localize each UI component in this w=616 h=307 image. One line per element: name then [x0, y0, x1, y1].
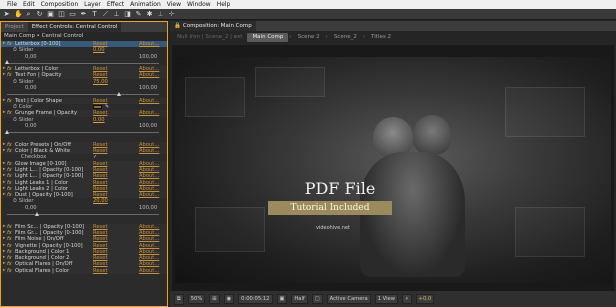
fast-preview-icon[interactable]: ⚡ — [402, 294, 412, 304]
snapshot-icon[interactable]: ◉ — [223, 294, 235, 304]
stopwatch-icon[interactable]: ⏱ — [13, 104, 17, 110]
title-text: PDF File — [304, 179, 376, 198]
roto-brush-icon[interactable]: ✎ — [135, 10, 142, 18]
tab-composition[interactable]: 🔒 Composition: Main Comp — [170, 21, 256, 31]
subtitle-text: Tutorial Included — [290, 203, 370, 213]
composition-panel-tabs: 🔒 Composition: Main Comp — [170, 21, 616, 31]
background-screen — [195, 207, 265, 252]
effect-list: ▸ fx Letterbox [0-100] Reset About... ⏱ Slide… — [1, 41, 167, 274]
composition-panel: 🔒 Composition: Main Comp Null Iron | Scen… — [170, 21, 616, 307]
menu-item-window[interactable]: Window — [184, 1, 214, 8]
comp-navigator: Null Iron | Scene_2 | ext Main Comp › Sc… — [170, 31, 616, 43]
comp-tab-titles-2[interactable]: Titles 2 — [366, 33, 396, 42]
view-layout-select[interactable]: 1 View — [374, 294, 398, 304]
slider-track[interactable] — [7, 62, 159, 64]
reset-link[interactable]: Reset — [93, 268, 139, 274]
property-label: Slider — [18, 47, 34, 54]
composition-viewer[interactable]: PDF File Tutorial Included videohive.net — [172, 45, 614, 291]
menu-item-view[interactable]: View — [164, 1, 184, 8]
pen-tool-icon[interactable]: ✒ — [80, 10, 87, 18]
tools-toolbar: ➤ ✋ ⌕ ↻ ▣ ◫ ▭ ✒ T ⟋ ⊥ ◨ ✎ ✱ ⟂ ✛ — [0, 9, 616, 20]
effect-controls-panel: Project Effect Controls: Central Control… — [0, 21, 168, 307]
snapping-icon[interactable]: ⟂ — [157, 10, 164, 18]
menu-item-layer[interactable]: Layer — [81, 1, 104, 8]
exposure-value[interactable]: +0,0 — [415, 294, 435, 304]
menu-bar: File Edit Composition Layer Effect Animation V… — [0, 0, 616, 9]
tab-project[interactable]: Project — [1, 22, 28, 32]
menu-item-effect[interactable]: Effect — [104, 1, 127, 8]
effect-row: ▸ fx Optical Flares | Color Reset About... — [1, 267, 167, 274]
breadcrumb: Main Comp • Central Control — [1, 32, 167, 41]
color-swatch[interactable] — [93, 104, 102, 110]
selection-tool-icon[interactable]: ➤ — [3, 10, 10, 18]
stopwatch-icon[interactable]: ⏱ — [13, 117, 17, 123]
menu-item-composition[interactable]: Composition — [38, 1, 81, 8]
watermark-text: videohive.net — [315, 225, 351, 231]
composition-tab-label: Composition: Main Comp — [182, 23, 252, 29]
property-label: Slider — [18, 116, 34, 123]
tab-effect-controls[interactable]: Effect Controls: Central Control — [27, 22, 122, 32]
eraser-tool-icon[interactable]: ◨ — [124, 10, 131, 18]
menu-item-animation[interactable]: Animation — [127, 1, 164, 8]
background-screen — [515, 207, 585, 257]
grid-icon[interactable]: ⊞ — [209, 294, 220, 304]
left-panel-tabs: Project Effect Controls: Central Control — [1, 22, 167, 32]
hand-tool-icon[interactable]: ✋ — [14, 10, 23, 18]
property-label: Slider — [18, 198, 34, 205]
slider-track[interactable] — [7, 214, 159, 216]
menu-item-edit[interactable]: Edit — [20, 1, 38, 8]
background-screen — [185, 77, 245, 117]
camera-tool-icon[interactable]: ▣ — [47, 10, 54, 18]
stopwatch-icon[interactable]: ⏱ — [13, 79, 17, 85]
slider-thumb[interactable] — [34, 211, 39, 216]
clone-stamp-icon[interactable]: ⊥ — [113, 10, 120, 18]
property-label: Color — [18, 103, 33, 110]
zoom-tool-icon[interactable]: ⌕ — [25, 10, 32, 18]
property-label: Slider — [18, 78, 34, 85]
rectangle-tool-icon[interactable]: ▭ — [69, 10, 76, 18]
menu-item-help[interactable]: Help — [214, 1, 234, 8]
resolution-select[interactable]: Half — [291, 294, 308, 304]
comp-tab-scene_2[interactable]: Scene_2 — [329, 33, 362, 42]
slider-thumb[interactable] — [4, 129, 9, 134]
axis-icon[interactable]: ✛ — [168, 10, 175, 18]
slider-track[interactable] — [7, 132, 159, 134]
slider-thumb[interactable] — [4, 60, 9, 65]
fx-icon[interactable]: fx — [7, 268, 15, 274]
type-tool-icon[interactable]: T — [91, 10, 98, 18]
about-link[interactable]: About... — [139, 268, 167, 274]
slider-track[interactable] — [7, 94, 159, 96]
stopwatch-icon[interactable]: ⏱ — [13, 198, 17, 204]
camera-select[interactable]: Active Camera — [326, 294, 371, 304]
zoom-select[interactable]: 50% — [187, 294, 206, 304]
comp-tab-scene-2[interactable]: Scene 2 — [293, 33, 325, 42]
timecode-field[interactable]: 0:00:05:12 — [238, 294, 273, 304]
menu-item-file[interactable]: File — [4, 1, 20, 8]
puppet-tool-icon[interactable]: ✱ — [146, 10, 153, 18]
lock-icon: 🔒 — [174, 23, 181, 29]
background-screen — [505, 87, 585, 137]
rotate-tool-icon[interactable]: ↻ — [36, 10, 43, 18]
effect-name: Optical Flares | Color — [15, 267, 70, 274]
region-icon[interactable]: ▢ — [311, 294, 323, 304]
stopwatch-icon[interactable]: ⏱ — [13, 47, 17, 53]
monk-head-left — [373, 117, 413, 157]
pan-behind-icon[interactable]: ◫ — [58, 10, 65, 18]
always-preview-icon[interactable]: ⧉ — [174, 293, 184, 305]
monk-head-right — [413, 115, 451, 155]
composition-frame[interactable]: PDF File Tutorial Included videohive.net — [175, 57, 611, 283]
viewer-footer: ⧉ 50% ⊞ ◉ 0:00:05:12 ▣ Half ▢ Active Cam… — [170, 291, 616, 307]
background-screen — [255, 67, 325, 97]
comp-flowchart-path: Null Iron | Scene_2 | ext — [177, 33, 243, 40]
camera-icon[interactable]: ▣ — [276, 294, 288, 304]
slider-thumb[interactable] — [117, 91, 121, 96]
comp-tab-main[interactable]: Main Comp — [247, 32, 289, 42]
brush-tool-icon[interactable]: ⟋ — [102, 10, 109, 18]
